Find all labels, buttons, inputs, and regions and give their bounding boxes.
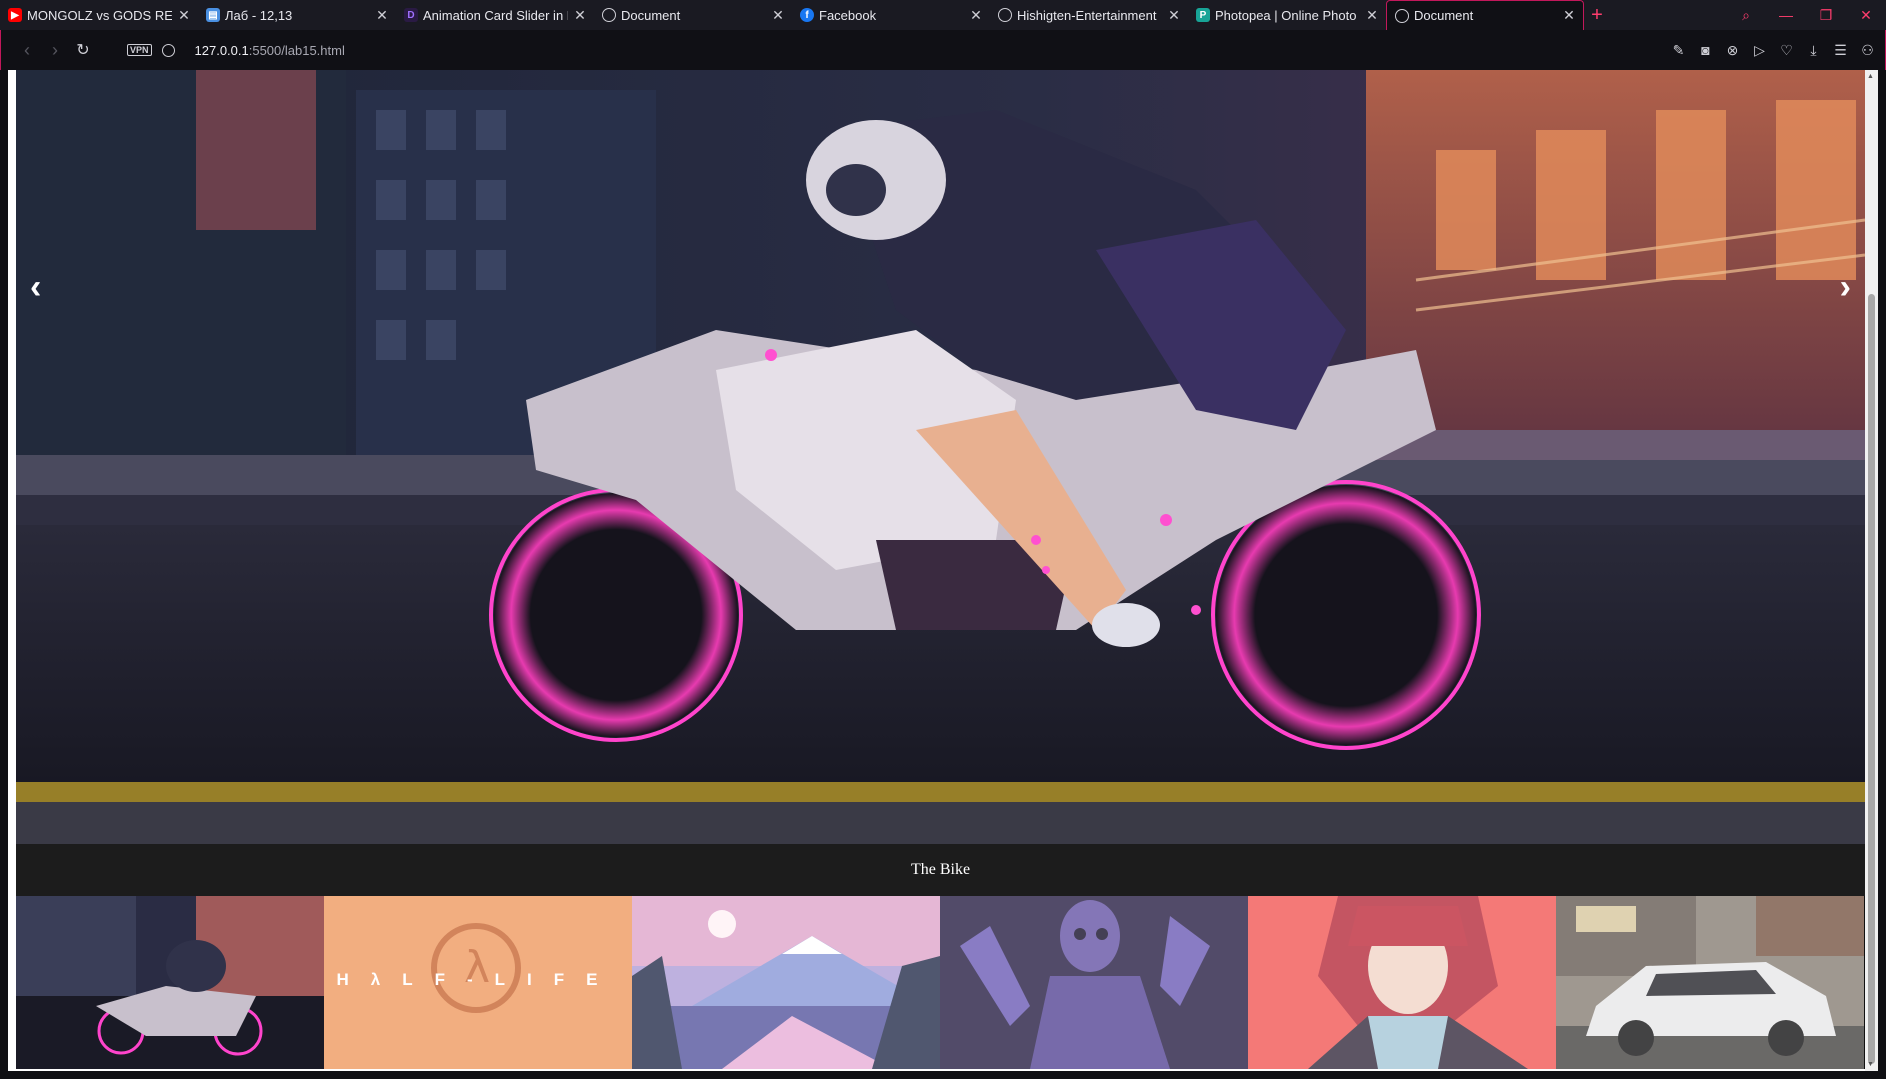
- restore-icon[interactable]: ❐: [1806, 7, 1846, 24]
- thumbnail-image: [940, 896, 1248, 1069]
- globe-icon: [1395, 8, 1409, 23]
- send-icon[interactable]: ▷: [1750, 42, 1769, 59]
- close-window-icon[interactable]: ✕: [1846, 7, 1886, 24]
- thumbnail-half-life[interactable]: λ HλLF-LIFE: [324, 896, 632, 1069]
- tab-title: Photopea | Online Photo E: [1215, 7, 1360, 23]
- document-icon: ▤: [206, 8, 220, 22]
- tab-7-active[interactable]: Document ✕: [1386, 0, 1584, 30]
- devto-icon: D: [404, 8, 418, 22]
- close-icon[interactable]: ✕: [374, 7, 390, 24]
- tab-title: Facebook: [819, 7, 877, 23]
- close-icon[interactable]: ✕: [176, 7, 192, 24]
- svg-text:λ: λ: [464, 942, 490, 993]
- back-icon[interactable]: ‹: [13, 40, 41, 61]
- globe-icon: [998, 8, 1012, 22]
- address-bar: ‹ › ↻ VPN 127.0.0.1:5500/lab15.html ✎ ◙ …: [0, 30, 1886, 70]
- tab-title: Лаб - 12,13: [225, 7, 293, 23]
- search-tabs-icon[interactable]: ⌕: [1726, 7, 1766, 24]
- menu-icon[interactable]: ☰: [1831, 42, 1850, 59]
- page-viewport: ‹ › The Bike λ HλLF-LIFE ▲ ▼: [8, 70, 1878, 1071]
- tab-title: Hishigten-Entertainment: [1017, 7, 1157, 23]
- photopea-icon: P: [1196, 8, 1210, 22]
- close-icon[interactable]: ✕: [1561, 7, 1577, 24]
- tab-6[interactable]: P Photopea | Online Photo E ✕: [1188, 0, 1386, 30]
- site-info-icon[interactable]: [161, 43, 175, 57]
- thumbnail-motorbike-rider[interactable]: [16, 896, 324, 1069]
- tab-title: Document: [1414, 8, 1474, 23]
- toolbar-icons: ✎ ◙ ⊗ ▷ ♡ ⤓ ☰ ⚇: [1669, 30, 1877, 70]
- scroll-down-icon[interactable]: ▼: [1867, 1061, 1874, 1068]
- tab-title: Document: [621, 7, 681, 23]
- block-icon[interactable]: ⊗: [1723, 42, 1742, 59]
- scroll-up-icon[interactable]: ▲: [1867, 73, 1874, 80]
- close-icon[interactable]: ✕: [968, 7, 984, 24]
- vpn-badge[interactable]: VPN: [127, 44, 152, 56]
- tab-3[interactable]: Document ✕: [594, 0, 792, 30]
- close-icon[interactable]: ✕: [770, 7, 786, 24]
- browser-tab-strip: ▶ MONGOLZ vs GODS REIGN ✕ ▤ Лаб - 12,13 …: [0, 0, 1886, 30]
- youtube-icon: ▶: [8, 8, 22, 22]
- globe-icon: [602, 8, 616, 22]
- facebook-icon: f: [800, 8, 814, 22]
- edit-icon[interactable]: ✎: [1669, 42, 1688, 59]
- thumbnail-image: [1248, 896, 1556, 1069]
- close-icon[interactable]: ✕: [1166, 7, 1182, 24]
- tab-title: MONGOLZ vs GODS REIGN: [27, 7, 172, 23]
- thumbnail-image: [1556, 896, 1864, 1069]
- thumbnail-image: λ: [324, 896, 632, 1069]
- prev-slide-button[interactable]: ‹: [30, 270, 41, 304]
- url-path: :5500/lab15.html: [248, 42, 345, 58]
- tab-4[interactable]: f Facebook ✕: [792, 0, 990, 30]
- thumbnail-white-sports-car[interactable]: [1556, 896, 1864, 1069]
- thumbnail-red-haired-anime-character[interactable]: [1248, 896, 1556, 1069]
- url-field[interactable]: 127.0.0.1:5500/lab15.html: [195, 43, 345, 58]
- tab-title: Animation Card Slider in H: [423, 7, 568, 23]
- heart-icon[interactable]: ♡: [1777, 42, 1796, 59]
- thumbnail-image: [16, 896, 324, 1069]
- thumbnail-mountain-lake-sunset[interactable]: [632, 896, 940, 1069]
- minimize-icon[interactable]: —: [1766, 7, 1806, 23]
- tab-5[interactable]: Hishigten-Entertainment ✕: [990, 0, 1188, 30]
- reload-icon[interactable]: ↻: [69, 40, 97, 60]
- forward-icon[interactable]: ›: [41, 40, 69, 61]
- thumbnail-purple-reaper[interactable]: [940, 896, 1248, 1069]
- download-icon[interactable]: ⤓: [1804, 42, 1823, 59]
- slide-caption-bar: The Bike: [16, 844, 1865, 896]
- close-icon[interactable]: ✕: [572, 7, 588, 24]
- profile-icon[interactable]: ⚇: [1858, 42, 1877, 59]
- next-slide-button[interactable]: ›: [1840, 270, 1851, 304]
- slide-caption: The Bike: [910, 861, 971, 878]
- thumbnail-strip: λ HλLF-LIFE: [16, 896, 1865, 1069]
- tab-2[interactable]: D Animation Card Slider in H ✕: [396, 0, 594, 30]
- page-scrollbar[interactable]: ▲ ▼: [1865, 70, 1878, 1071]
- close-icon[interactable]: ✕: [1364, 7, 1380, 24]
- thumbnail-text: HλLF-LIFE: [336, 970, 620, 989]
- url-host: 127.0.0.1: [194, 42, 249, 58]
- new-tab-button[interactable]: +: [1584, 0, 1610, 30]
- tab-0[interactable]: ▶ MONGOLZ vs GODS REIGN ✕: [0, 0, 198, 30]
- main-slide-image: ‹ ›: [16, 70, 1865, 844]
- window-controls: ⌕ — ❐ ✕: [1726, 0, 1886, 30]
- tab-1[interactable]: ▤ Лаб - 12,13 ✕: [198, 0, 396, 30]
- motorbike-illustration: [16, 70, 1865, 844]
- thumbnail-image: [632, 896, 940, 1069]
- camera-icon[interactable]: ◙: [1696, 42, 1715, 58]
- scrollbar-thumb[interactable]: [1868, 294, 1875, 1064]
